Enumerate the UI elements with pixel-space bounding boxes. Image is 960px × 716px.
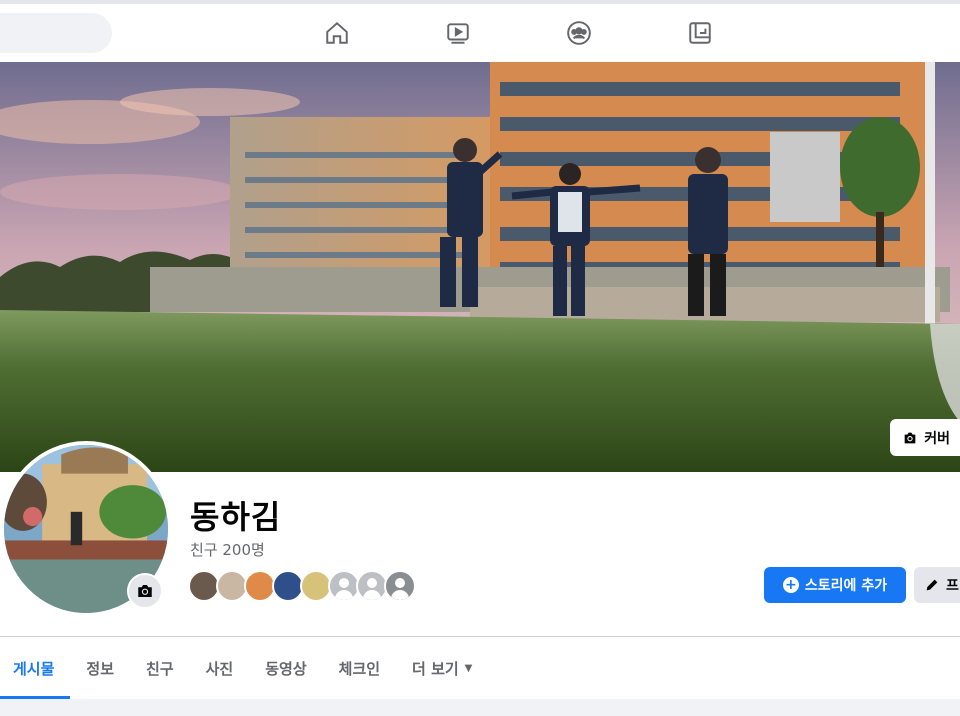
friends-count[interactable]: 친구 200명 — [190, 539, 265, 560]
tab-check-ins[interactable]: 체크인 — [323, 637, 396, 699]
tab-videos[interactable]: 동영상 — [249, 637, 322, 699]
cover-photo[interactable]: 커버 — [0, 62, 960, 472]
add-to-story-label: 스토리에 추가 — [804, 578, 888, 594]
tab-about[interactable]: 정보 — [70, 637, 130, 699]
pencil-icon — [926, 579, 938, 591]
tab-label: 친구 — [146, 659, 174, 678]
profile-tabs: 게시물 정보 친구 사진 동영상 체크인 더 보기 ▼ — [0, 637, 960, 699]
watch-icon[interactable] — [443, 18, 473, 48]
top-navigation — [0, 0, 960, 62]
tab-label: 게시물 — [13, 659, 55, 678]
camera-icon — [904, 432, 916, 443]
camera-icon — [138, 585, 152, 597]
friend-avatar[interactable] — [384, 570, 416, 602]
tab-label: 체크인 — [338, 659, 381, 678]
tab-label: 사진 — [205, 659, 234, 678]
tab-label: 더 보기 — [412, 659, 459, 678]
update-profile-picture-button[interactable] — [127, 573, 163, 609]
cover-image — [0, 62, 960, 472]
plus-icon: + — [782, 577, 799, 593]
tab-photos[interactable]: 사진 — [190, 637, 250, 699]
home-icon[interactable] — [322, 18, 352, 48]
edit-profile-button[interactable]: 프 — [914, 567, 960, 603]
gaming-icon[interactable] — [685, 18, 715, 48]
friend-avatars — [188, 570, 416, 604]
tab-label: 정보 — [86, 659, 115, 678]
search-input[interactable] — [0, 13, 112, 53]
edit-profile-label: 프 — [946, 578, 959, 594]
content-background — [0, 699, 960, 716]
profile-name: 동하김 — [190, 498, 282, 536]
profile-page: 커버 동하김 친구 200명 + 스토리에 추가 프 게시물 정보 친구 사진 … — [0, 0, 960, 716]
tab-posts[interactable]: 게시물 — [0, 637, 71, 699]
tab-friends[interactable]: 친구 — [130, 637, 190, 699]
edit-cover-button[interactable]: 커버 — [890, 419, 960, 456]
edit-cover-label: 커버 — [924, 430, 950, 447]
tab-label: 동영상 — [265, 659, 307, 678]
caret-down-icon: ▼ — [464, 662, 473, 674]
groups-icon[interactable] — [564, 18, 594, 48]
add-to-story-button[interactable]: + 스토리에 추가 — [764, 567, 906, 603]
tab-more[interactable]: 더 보기 ▼ — [396, 637, 488, 699]
